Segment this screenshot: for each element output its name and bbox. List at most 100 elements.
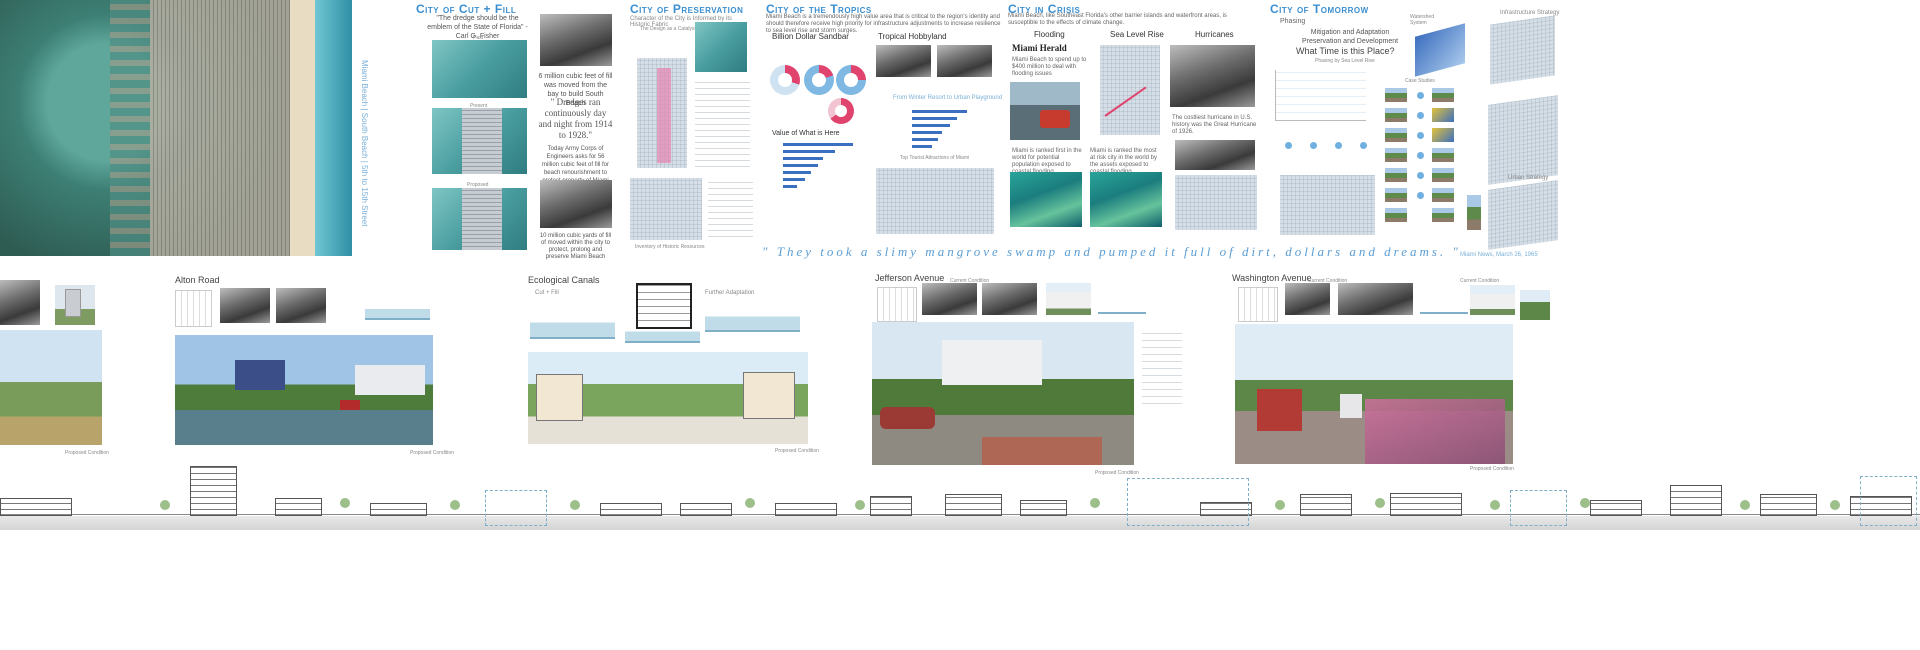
section-tree-7 xyxy=(1090,498,1100,508)
strategy-dot-4 xyxy=(1360,142,1367,149)
phasing-sub: Phasing by Sea Level Rise xyxy=(1315,58,1375,64)
washington-rendering xyxy=(1235,324,1513,464)
canal-proposed-caption: Proposed Condition xyxy=(775,448,819,454)
historic-legend: Inventory of Historic Resources xyxy=(635,244,705,250)
section-tree-4 xyxy=(570,500,580,510)
infra-axon-2 xyxy=(1488,95,1558,185)
case-study-11 xyxy=(1432,148,1454,162)
attraction-bar-5 xyxy=(912,138,938,141)
preservation-island-map xyxy=(637,58,687,168)
map-present xyxy=(432,108,527,174)
washington-title: Washington Avenue xyxy=(1232,273,1312,283)
herald-logo: Miami Herald xyxy=(1012,43,1067,53)
preservation-sub2: The Design as a Catalyst xyxy=(640,26,696,32)
slr-chart xyxy=(1100,45,1160,135)
alton-photo-1 xyxy=(220,288,270,323)
section-bldg-15 xyxy=(1670,485,1722,516)
section-tree-12 xyxy=(1740,500,1750,510)
strategy-dot-3 xyxy=(1335,142,1342,149)
washington-building-photo xyxy=(1470,285,1515,315)
case-study-13 xyxy=(1432,188,1454,202)
jefferson-proposed-caption: Proposed Condition xyxy=(1095,470,1139,476)
strategy-dot-1 xyxy=(1285,142,1292,149)
watershed-label: Watershed System xyxy=(1410,14,1434,26)
case-study-4 xyxy=(1385,148,1407,162)
value-bar-6 xyxy=(783,178,805,181)
hurricane-photo-1 xyxy=(1170,45,1255,107)
strategy-dot-2 xyxy=(1310,142,1317,149)
section-bldg-4 xyxy=(370,503,427,516)
preservation-notes xyxy=(708,180,753,242)
section-bldg-9 xyxy=(945,494,1002,516)
section-tree-9 xyxy=(1375,498,1385,508)
long-section-base xyxy=(0,516,1920,530)
section-bldg-2 xyxy=(190,466,237,516)
donut-1 xyxy=(770,65,800,95)
donut-3 xyxy=(836,65,866,95)
case-studies-label: Case Studies xyxy=(1405,78,1435,84)
tomorrow-title: City of Tomorrow xyxy=(1270,2,1369,16)
cut-fill-quote: " Dredges ran continuously day and night… xyxy=(538,97,613,140)
case-study-9 xyxy=(1432,108,1454,122)
value-bar-3 xyxy=(783,157,823,160)
donut-2 xyxy=(804,65,834,95)
urban-label: Urban Strategy xyxy=(1508,175,1549,181)
historic-resources-map xyxy=(630,178,702,240)
canal-rendering xyxy=(528,352,808,444)
left-proposed-caption: Proposed Condition xyxy=(65,450,109,456)
canal-section-3 xyxy=(705,300,800,332)
aerial-photo xyxy=(0,0,352,256)
value-heading: Value of What is Here xyxy=(772,130,840,137)
canal-section-2 xyxy=(625,325,700,343)
section-tree-2 xyxy=(340,498,350,508)
case-dot-4 xyxy=(1417,152,1424,159)
tomorrow-urban-map xyxy=(1280,175,1375,235)
fact-c: The costliest hurricane in U.S. history … xyxy=(1172,115,1257,135)
case-dot-6 xyxy=(1417,192,1424,199)
phasing-heading: Phasing xyxy=(1280,18,1306,25)
jefferson-building-photo xyxy=(1046,283,1091,315)
case-study-6 xyxy=(1385,188,1407,202)
washington-proposed-caption: Proposed Condition xyxy=(1470,466,1514,472)
value-bar-5 xyxy=(783,171,811,174)
section-bldg-5 xyxy=(600,503,662,516)
left-photo-bw xyxy=(0,280,40,325)
section-canal-3 xyxy=(1510,490,1567,526)
section-bldg-10 xyxy=(1020,500,1067,516)
big-quote: " They took a slimy mangrove swamp and p… xyxy=(762,244,1461,259)
section-tree-6 xyxy=(855,500,865,510)
preservation-title: City of Preservation xyxy=(630,2,744,16)
section-bldg-1 xyxy=(0,498,72,516)
topography-map xyxy=(1010,172,1082,227)
value-bar-7 xyxy=(783,185,797,188)
case-study-12 xyxy=(1432,168,1454,182)
washington-section-small xyxy=(1420,290,1468,314)
case-dot-1 xyxy=(1417,92,1424,99)
hobbyland-photo-2 xyxy=(937,45,992,77)
alton-title: Alton Road xyxy=(175,275,220,285)
phasing-chart xyxy=(1275,70,1366,121)
preservation-text-col xyxy=(695,82,750,172)
donut-4 xyxy=(828,98,854,124)
section-bldg-14 xyxy=(1590,500,1642,516)
case-study-1 xyxy=(1385,88,1407,102)
jefferson-title: Jefferson Avenue xyxy=(875,273,945,283)
flooding-heading: Flooding xyxy=(1034,30,1065,39)
washington-photo-1 xyxy=(1285,283,1330,315)
tropics-map xyxy=(876,168,994,234)
jefferson-section-small xyxy=(1098,290,1146,314)
section-bldg-12 xyxy=(1300,494,1352,516)
watershed-diagram xyxy=(1415,23,1465,77)
hurricanes-heading: Hurricanes xyxy=(1195,30,1234,39)
urban-axon xyxy=(1488,180,1558,250)
alton-diagram xyxy=(175,290,212,327)
section-bldg-3 xyxy=(275,498,322,516)
attraction-bar-2 xyxy=(912,117,957,120)
case-study-5 xyxy=(1385,168,1407,182)
section-tree-10 xyxy=(1490,500,1500,510)
mitigation-text: Mitigation and Adaptation Preservation a… xyxy=(1301,29,1399,45)
dredge-photo-1 xyxy=(540,14,612,66)
section-bldg-8 xyxy=(870,496,912,516)
crisis-intro: Miami Beach, like Southeast Florida's ot… xyxy=(1008,13,1227,26)
value-bar-1 xyxy=(783,143,853,146)
